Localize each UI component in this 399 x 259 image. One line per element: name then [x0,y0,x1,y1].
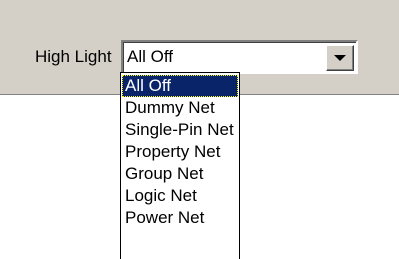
highlight-select-value: All Off [127,47,173,66]
option-all-off[interactable]: All Off [122,75,238,97]
option-single-pin-net[interactable]: Single-Pin Net [122,119,238,141]
highlight-select[interactable]: All Off [121,40,358,74]
option-group-net[interactable]: Group Net [122,163,238,185]
highlight-label: High Light [35,47,112,66]
option-power-net[interactable]: Power Net [122,207,238,229]
highlight-options-list[interactable]: All Off Dummy Net Single-Pin Net Propert… [120,72,240,259]
option-property-net[interactable]: Property Net [122,141,238,163]
highlight-dropdown-button[interactable] [326,45,354,71]
option-logic-net[interactable]: Logic Net [122,185,238,207]
chevron-down-icon [334,55,346,61]
option-dummy-net[interactable]: Dummy Net [122,97,238,119]
